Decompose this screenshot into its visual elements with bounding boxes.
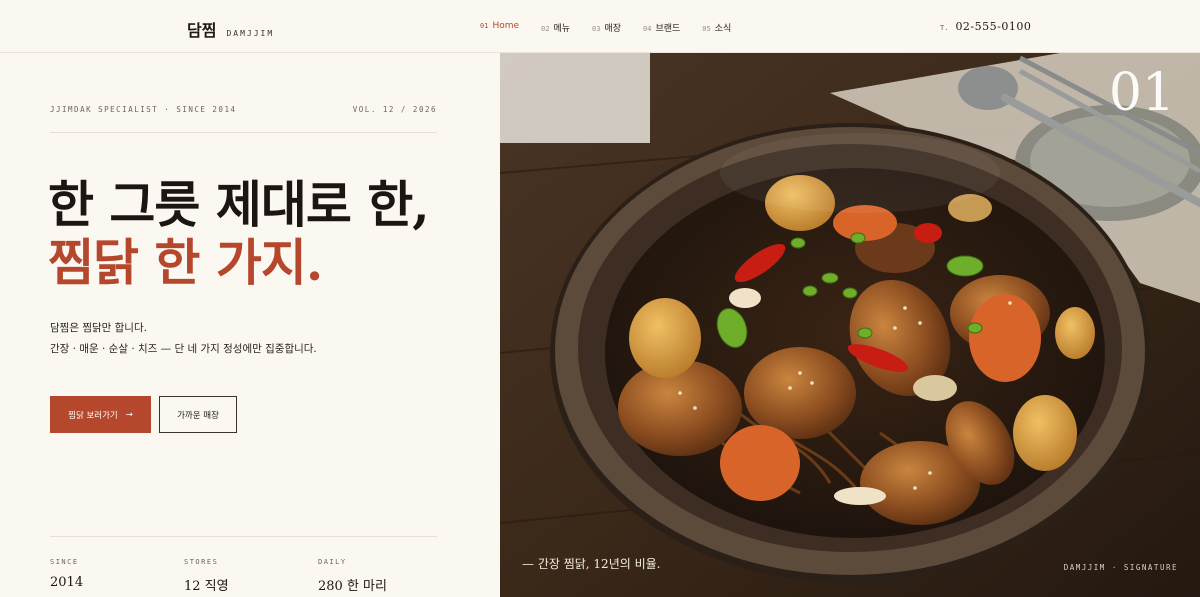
main-nav: 01 Home 02 메뉴 03 매장 04 브랜드 05 소식 [480,21,731,34]
stat-daily: DAILY 280 한 마리 [318,558,452,594]
nav-item-menu[interactable]: 02 메뉴 [541,21,570,34]
nav-item-brand[interactable]: 04 브랜드 [643,21,680,34]
stat-value: 2014 [50,575,84,590]
stat-value: 280 한 마리 [318,579,387,594]
nav-item-label: 메뉴 [553,24,571,34]
hero-signature: DAMJJIM · SIGNATURE [1063,563,1178,572]
hero-caption: — 간장 찜닭, 12년의 비율. [522,557,661,571]
brand-name-ko: 담찜 [187,21,217,40]
intro-section: JJIMDAK SPECIALIST · SINCE 2014 VOL. 12 … [0,53,500,597]
phone-prefix: T. [940,24,949,32]
stat-label: STORES [184,558,219,566]
phone-number: 02-555-0100 [955,20,1032,33]
view-jjimdak-label: 찜닭 보러가기 [68,410,118,421]
stats-row: SINCE 2014 STORES 12 직영 DAILY 280 한 마리 [50,558,452,594]
nearby-store-button[interactable]: 가까운 매장 [159,396,237,433]
nav-item-number: 03 [592,25,601,33]
nav-item-home[interactable]: 01 Home [480,21,519,34]
description-line-1: 담찜은 찜닭만 합니다. [50,322,147,334]
divider [50,132,437,133]
nav-item-label: 소식 [714,24,732,34]
description: 담찜은 찜닭만 합니다. 간장 · 매운 · 순살 · 치즈 — 단 네 가지 … [50,318,317,360]
nav-item-label: Home [492,21,520,31]
braised-chicken-photo [500,53,1200,597]
tagline: JJIMDAK SPECIALIST · SINCE 2014 [50,105,237,114]
nav-item-number: 02 [541,25,550,33]
nav-item-number: 04 [643,25,652,33]
nav-item-news[interactable]: 05 소식 [702,21,731,34]
nearby-store-label: 가까운 매장 [177,410,219,421]
page-title: 한 그릇 제대로 한, 찜닭 한 가지. [48,175,430,292]
nav-item-number: 05 [702,25,711,33]
site-header: 담찜 DAMJJIM 01 Home 02 메뉴 03 매장 04 브랜드 05… [0,0,1200,53]
phone-link[interactable]: T. 02-555-0100 [940,20,1031,33]
headline-line-1: 한 그릇 제대로 한, [48,175,430,234]
stat-label: DAILY [318,558,347,566]
stat-since: SINCE 2014 [50,558,184,594]
brand-logo[interactable]: 담찜 DAMJJIM [187,17,274,41]
nav-item-number: 01 [480,22,489,30]
stat-value: 12 직영 [184,579,229,594]
slide-number: 01 [1108,63,1175,123]
description-line-2: 간장 · 매운 · 순살 · 치즈 — 단 네 가지 정성에만 집중합니다. [50,343,317,355]
headline-line-2: 찜닭 한 가지. [48,233,323,292]
brand-name-en: DAMJJIM [226,29,275,38]
nav-item-stores[interactable]: 03 매장 [592,21,621,34]
meta-row: JJIMDAK SPECIALIST · SINCE 2014 VOL. 12 … [50,105,437,114]
nav-item-label: 브랜드 [655,24,681,34]
arrow-right-icon: → [125,409,133,420]
stat-stores: STORES 12 직영 [184,558,318,594]
stat-label: SINCE [50,558,79,566]
divider [50,536,437,537]
hero-image: 01 — 간장 찜닭, 12년의 비율. DAMJJIM · SIGNATURE [500,53,1200,597]
volume-label: VOL. 12 / 2026 [352,105,437,114]
view-jjimdak-button[interactable]: 찜닭 보러가기 → [50,396,151,433]
nav-item-label: 매장 [604,24,622,34]
